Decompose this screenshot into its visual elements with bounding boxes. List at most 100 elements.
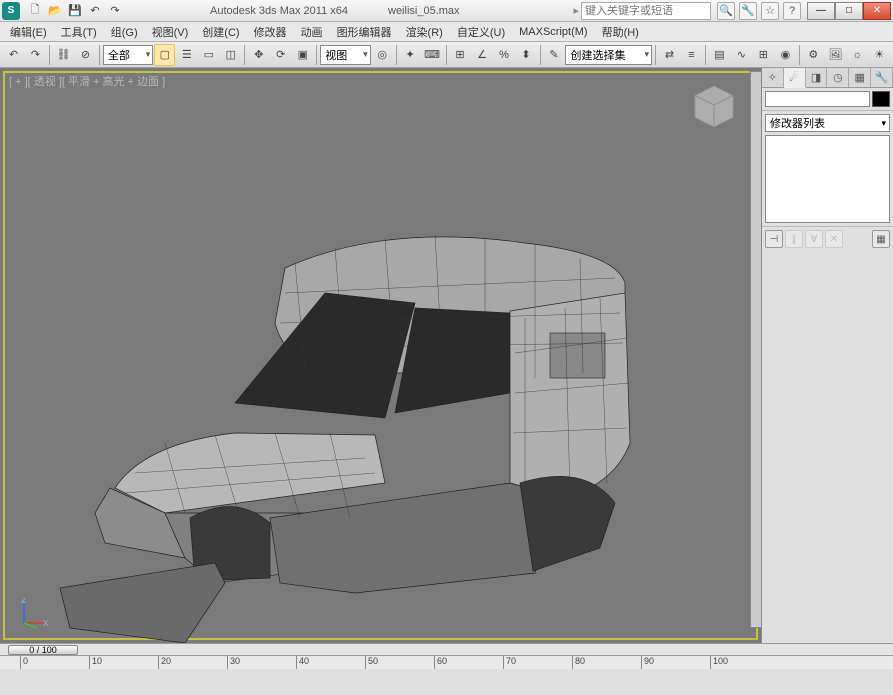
menu-tools[interactable]: 工具(T): [55, 22, 103, 42]
keymode-icon[interactable]: ⌨: [422, 44, 443, 66]
menu-edit[interactable]: 编辑(E): [4, 22, 53, 42]
binoculars-icon[interactable]: 🔍: [717, 2, 735, 20]
menu-views[interactable]: 视图(V): [146, 22, 195, 42]
move-icon[interactable]: ✥: [248, 44, 269, 66]
modifier-list-dropdown[interactable]: 修改器列表: [765, 114, 890, 132]
tick: 20: [158, 656, 227, 669]
scale-icon[interactable]: ▣: [292, 44, 313, 66]
select-by-name-icon[interactable]: ☰: [176, 44, 197, 66]
percent-snap-icon[interactable]: %: [494, 44, 515, 66]
tick: 10: [89, 656, 158, 669]
schematic-icon[interactable]: ⊞: [753, 44, 774, 66]
tick: 100: [710, 656, 779, 669]
configure-sets-icon[interactable]: ▦: [872, 230, 890, 248]
menu-modifiers[interactable]: 修改器: [248, 22, 293, 42]
select-region-icon[interactable]: ▭: [198, 44, 219, 66]
undo-icon[interactable]: ↶: [3, 44, 24, 66]
tick: 40: [296, 656, 365, 669]
close-button[interactable]: ✕: [863, 2, 891, 20]
tick: 50: [365, 656, 434, 669]
help-key-icon[interactable]: 🔧: [739, 2, 757, 20]
tick: 70: [503, 656, 572, 669]
angle-snap-icon[interactable]: ∠: [472, 44, 493, 66]
time-slider-thumb[interactable]: 0 / 100: [8, 645, 78, 655]
object-color-swatch[interactable]: [872, 91, 890, 107]
named-selection-dropdown[interactable]: 创建选择集: [565, 45, 652, 65]
maximize-button[interactable]: □: [835, 2, 863, 20]
tab-utilities[interactable]: 🔧: [871, 68, 893, 87]
menu-create[interactable]: 创建(C): [196, 22, 245, 42]
menu-animation[interactable]: 动画: [295, 22, 329, 42]
tick: 90: [641, 656, 710, 669]
make-unique-icon[interactable]: ∀: [805, 230, 823, 248]
viewport-container: [ + ][ 透视 ][ 平滑 + 高光 + 边面 ] z x: [0, 68, 761, 643]
render-icon[interactable]: ☼: [847, 44, 868, 66]
pin-stack-icon[interactable]: ⊣: [765, 230, 783, 248]
tab-motion[interactable]: ◷: [827, 68, 849, 87]
tab-display[interactable]: ▦: [849, 68, 871, 87]
app-title: Autodesk 3ds Max 2011 x64: [210, 5, 348, 17]
menu-rendering[interactable]: 渲染(R): [400, 22, 449, 42]
curve-editor-icon[interactable]: ∿: [731, 44, 752, 66]
manipulate-icon[interactable]: ✦: [400, 44, 421, 66]
modifier-stack[interactable]: [765, 135, 890, 223]
named-sel-edit-icon[interactable]: ✎: [543, 44, 564, 66]
svg-text:x: x: [43, 617, 49, 628]
viewport-perspective[interactable]: [ + ][ 透视 ][ 平滑 + 高光 + 边面 ] z x: [3, 71, 758, 640]
command-panel: ✧ ☄ ◨ ◷ ▦ 🔧 修改器列表 ⊣ ∥ ∀ ✕ ▦: [761, 68, 893, 643]
filename-label: weilisi_05.max: [388, 5, 460, 17]
align-icon[interactable]: ≡: [681, 44, 702, 66]
viewcube-icon[interactable]: [690, 81, 738, 129]
favorite-icon[interactable]: ☆: [761, 2, 779, 20]
menubar: 编辑(E) 工具(T) 组(G) 视图(V) 创建(C) 修改器 动画 图形编辑…: [0, 22, 893, 42]
redo-icon[interactable]: ↷: [25, 44, 46, 66]
tick: 80: [572, 656, 641, 669]
menu-grapheditors[interactable]: 图形编辑器: [331, 22, 398, 42]
mirror-icon[interactable]: ⇄: [659, 44, 680, 66]
svg-text:z: z: [21, 598, 27, 606]
object-name-field[interactable]: [765, 91, 870, 107]
snap-toggle-icon[interactable]: ⊞: [450, 44, 471, 66]
select-object-icon[interactable]: ▢: [154, 44, 175, 66]
time-slider-bar[interactable]: 0 / 100: [0, 643, 893, 655]
ref-coord-dropdown[interactable]: 视图: [320, 45, 370, 65]
qat-undo-icon[interactable]: ↶: [86, 2, 104, 20]
menu-maxscript[interactable]: MAXScript(M): [513, 24, 593, 40]
app-icon[interactable]: S: [2, 2, 20, 20]
qat-save-icon[interactable]: 💾: [66, 2, 84, 20]
tick: 0: [20, 656, 89, 669]
viewport-scrollbar-vertical[interactable]: [750, 71, 762, 628]
qat-redo-icon[interactable]: ↷: [106, 2, 124, 20]
link-icon[interactable]: ⛓: [53, 44, 74, 66]
show-end-result-icon[interactable]: ∥: [785, 230, 803, 248]
material-editor-icon[interactable]: ◉: [775, 44, 796, 66]
viewport-label[interactable]: [ + ][ 透视 ][ 平滑 + 高光 + 边面 ]: [9, 73, 165, 89]
search-input[interactable]: [581, 2, 711, 20]
window-crossing-icon[interactable]: ◫: [220, 44, 241, 66]
menu-customize[interactable]: 自定义(U): [451, 22, 511, 42]
rendered-frame-icon[interactable]: 🖼: [825, 44, 846, 66]
main-toolbar: ↶ ↷ ⛓ ⊘ 全部 ▢ ☰ ▭ ◫ ✥ ⟳ ▣ 视图 ◎ ✦ ⌨ ⊞ ∠ % …: [0, 42, 893, 68]
menu-help[interactable]: 帮助(H): [596, 22, 645, 42]
spinner-snap-icon[interactable]: ⬍: [516, 44, 537, 66]
render-setup-icon[interactable]: ⚙: [803, 44, 824, 66]
remove-mod-icon[interactable]: ✕: [825, 230, 843, 248]
panel-rollouts: [762, 251, 893, 643]
tab-hierarchy[interactable]: ◨: [806, 68, 828, 87]
tick: 60: [434, 656, 503, 669]
qat-open-icon[interactable]: 📂: [46, 2, 64, 20]
tab-modify[interactable]: ☄: [784, 68, 806, 88]
minimize-button[interactable]: —: [807, 2, 835, 20]
tab-create[interactable]: ✧: [762, 68, 784, 87]
axis-gizmo-icon: z x: [19, 598, 49, 628]
layers-icon[interactable]: ▤: [709, 44, 730, 66]
qat-new-icon[interactable]: 🗋: [26, 2, 44, 20]
pivot-icon[interactable]: ◎: [372, 44, 393, 66]
menu-group[interactable]: 组(G): [105, 22, 144, 42]
quick-render-icon[interactable]: ☀: [869, 44, 890, 66]
unlink-icon[interactable]: ⊘: [75, 44, 96, 66]
rotate-icon[interactable]: ⟳: [270, 44, 291, 66]
timeline-ruler[interactable]: 0 10 20 30 40 50 60 70 80 90 100: [0, 655, 893, 669]
help-icon[interactable]: ?: [783, 2, 801, 20]
selection-filter-dropdown[interactable]: 全部: [103, 45, 153, 65]
